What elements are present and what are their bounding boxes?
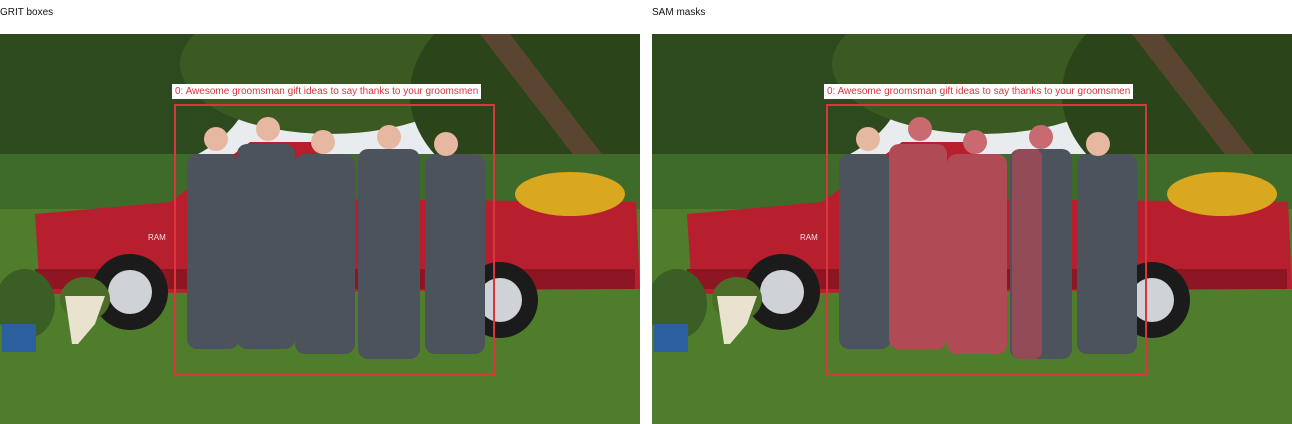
truck-badge: RAM (800, 233, 818, 242)
panel-title-sam: SAM masks (652, 7, 706, 18)
bounding-box-label: 0: Awesome groomsman gift ideas to say t… (824, 84, 1134, 99)
bounding-box (826, 104, 1147, 376)
panel-title-grit: GRIT boxes (0, 7, 54, 18)
truck-badge: RAM (148, 233, 166, 242)
sam-photo: RAM 0: Awesome groomsman gift ideas to s… (652, 34, 1292, 424)
bounding-box-label: 0: Awesome groomsman gift ideas to say t… (172, 84, 482, 99)
grit-photo: RAM 0: Awesome groomsman gift ideas to s… (0, 34, 640, 424)
bounding-box (174, 104, 495, 376)
